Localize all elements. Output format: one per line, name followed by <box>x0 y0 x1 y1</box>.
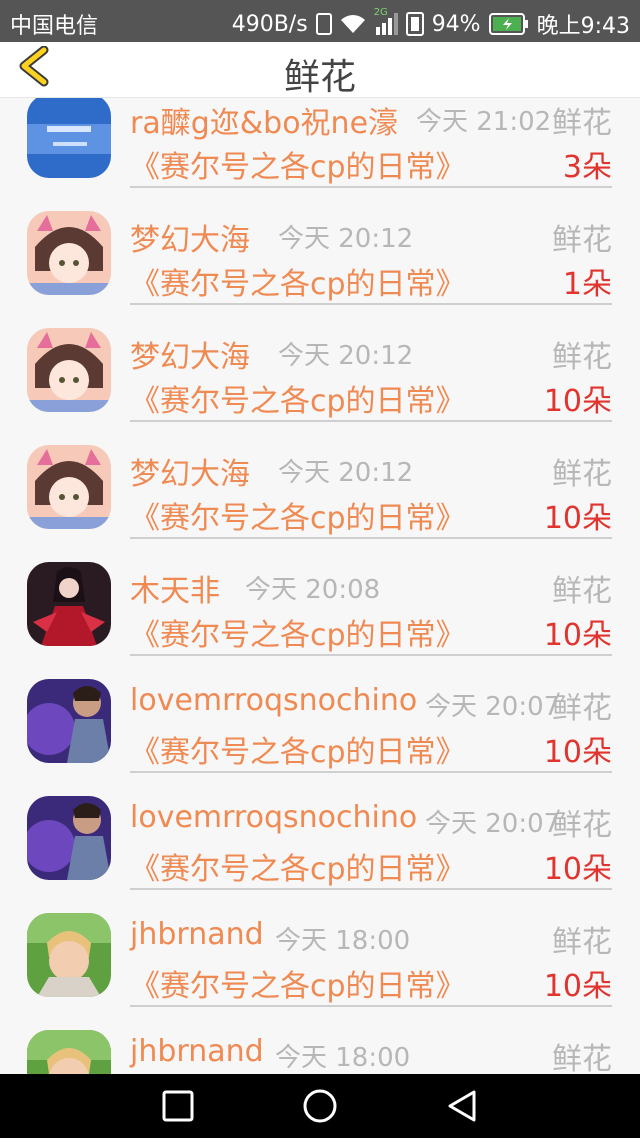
timestamp: 今天 20:12 <box>278 224 414 254</box>
red-anime-avatar <box>27 562 111 646</box>
status-right: 490B/s 2G 94% 晚上9:43 <box>231 7 630 40</box>
story-title: 《赛尔号之各cp的日常》 <box>130 384 466 419</box>
user-name: jhbrnand <box>130 1034 264 1069</box>
divider <box>130 420 612 422</box>
flower-list: ra醾g迩&bo祝ne濠 今天 21:02 鲜花 《赛尔号之各cp的日常》 3朵… <box>0 98 640 1074</box>
system-nav-bar <box>0 1074 640 1138</box>
user-name: 梦幻大海 <box>130 223 250 258</box>
list-item[interactable]: ra醾g迩&bo祝ne濠 今天 21:02 鲜花 《赛尔号之各cp的日常》 3朵 <box>0 98 640 201</box>
network-type-label: 2G <box>373 7 388 18</box>
timestamp: 今天 20:07 <box>425 692 561 722</box>
flower-label: 鲜花 <box>552 574 612 609</box>
home-button[interactable] <box>302 1088 338 1124</box>
timestamp: 今天 18:00 <box>275 926 411 956</box>
flower-label: 鲜花 <box>552 106 612 141</box>
sim-icon <box>405 12 424 36</box>
page-title: 鲜花 <box>283 57 356 98</box>
recent-apps-button[interactable] <box>160 1088 196 1124</box>
square-icon <box>162 1090 194 1122</box>
flower-count: 10朵 <box>543 501 612 536</box>
flower-count: 10朵 <box>543 618 612 653</box>
cat-girl-avatar <box>27 328 111 412</box>
list-item[interactable]: lovemrroqsnochino 今天 20:07 鲜花 《赛尔号之各cp的日… <box>0 669 640 786</box>
story-title: 《赛尔号之各cp的日常》 <box>130 501 466 536</box>
child-photo-avatar <box>27 913 111 997</box>
signal-icon: 2G <box>374 7 398 35</box>
timestamp: 今天 20:08 <box>245 575 381 605</box>
divider <box>130 186 612 188</box>
flower-label: 鲜花 <box>552 340 612 375</box>
flower-count: 3朵 <box>562 150 612 185</box>
circle-icon <box>303 1089 337 1123</box>
timestamp: 今天 18:00 <box>275 1043 411 1073</box>
flower-label: 鲜花 <box>552 223 612 258</box>
list-item[interactable]: lovemrroqsnochino 今天 20:07 鲜花 《赛尔号之各cp的日… <box>0 786 640 903</box>
story-title: 《赛尔号之各cp的日常》 <box>130 150 466 185</box>
clock: 晚上9:43 <box>536 14 630 39</box>
vibrate-icon <box>315 13 332 35</box>
wifi-icon <box>340 13 366 35</box>
purple-boy-avatar <box>27 679 111 763</box>
divider <box>130 654 612 656</box>
purple-boy-avatar <box>27 796 111 880</box>
network-speed: 490B/s <box>231 11 308 37</box>
list-item[interactable]: jhbrnand 今天 18:00 鲜花 《赛尔号之各cp的日常》 10朵 <box>0 903 640 1020</box>
timestamp: 今天 20:12 <box>278 341 414 371</box>
divider <box>130 1005 612 1007</box>
flower-label: 鲜花 <box>552 808 612 843</box>
story-title: 《赛尔号之各cp的日常》 <box>130 267 466 302</box>
carrier-label: 中国电信 <box>10 14 99 39</box>
cat-girl-avatar <box>27 211 111 295</box>
timestamp: 今天 20:12 <box>278 458 414 488</box>
user-name: 木天非 <box>130 574 220 609</box>
user-name: 梦幻大海 <box>130 340 250 375</box>
list-item[interactable]: 梦幻大海 今天 20:12 鲜花 《赛尔号之各cp的日常》 10朵 <box>0 318 640 435</box>
story-title: 《赛尔号之各cp的日常》 <box>130 618 466 653</box>
flower-label: 鲜花 <box>552 1042 612 1074</box>
app-header: 鲜花 <box>0 42 640 98</box>
flower-label: 鲜花 <box>552 925 612 960</box>
timestamp: 今天 21:02 <box>416 107 552 137</box>
list-item[interactable]: 木天非 今天 20:08 鲜花 《赛尔号之各cp的日常》 10朵 <box>0 552 640 669</box>
user-name: lovemrroqsnochino <box>130 683 418 718</box>
battery-icon <box>488 13 529 35</box>
divider <box>130 771 612 773</box>
user-name: ra醾g迩&bo祝ne濠 <box>130 106 399 141</box>
flower-count: 10朵 <box>543 384 612 419</box>
flower-label: 鲜花 <box>552 457 612 492</box>
flower-count: 1朵 <box>562 267 612 302</box>
flower-count: 10朵 <box>543 735 612 770</box>
list-item[interactable]: 梦幻大海 今天 20:12 鲜花 《赛尔号之各cp的日常》 1朵 <box>0 201 640 318</box>
flower-count: 10朵 <box>543 969 612 1004</box>
divider <box>130 888 612 890</box>
story-title: 《赛尔号之各cp的日常》 <box>130 852 466 887</box>
child-photo-avatar <box>27 1030 111 1074</box>
cat-girl-avatar <box>27 445 111 529</box>
list-item[interactable]: 梦幻大海 今天 20:12 鲜花 《赛尔号之各cp的日常》 10朵 <box>0 435 640 552</box>
battery-percent: 94% <box>431 11 481 37</box>
user-name: 梦幻大海 <box>130 457 250 492</box>
user-name: jhbrnand <box>130 917 264 952</box>
user-name: lovemrroqsnochino <box>130 800 418 835</box>
back-nav-button[interactable] <box>444 1088 480 1124</box>
list-item[interactable]: jhbrnand 今天 18:00 鲜花 <box>0 1020 640 1074</box>
flower-label: 鲜花 <box>552 691 612 726</box>
sky-avatar <box>27 98 111 178</box>
timestamp: 今天 20:07 <box>425 809 561 839</box>
divider <box>130 537 612 539</box>
triangle-back-icon <box>448 1090 476 1122</box>
flower-count: 10朵 <box>543 852 612 887</box>
story-title: 《赛尔号之各cp的日常》 <box>130 735 466 770</box>
divider <box>130 303 612 305</box>
status-bar: 中国电信 490B/s 2G 94% 晚上9:43 <box>0 0 640 42</box>
story-title: 《赛尔号之各cp的日常》 <box>130 969 466 1004</box>
